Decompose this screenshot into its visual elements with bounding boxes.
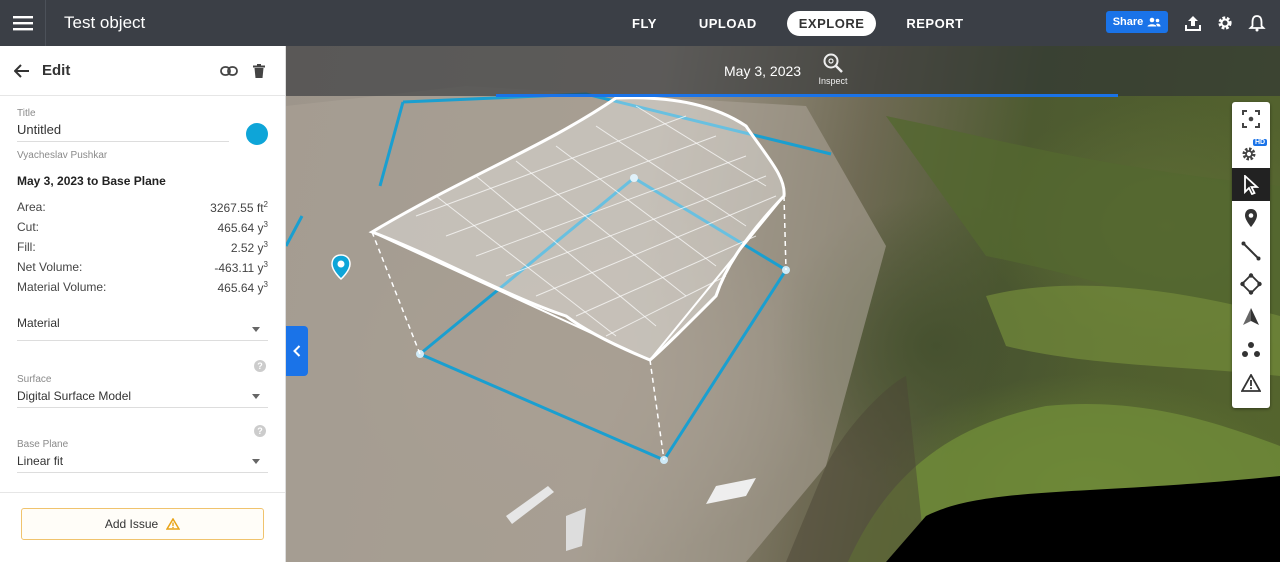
material-label: Material (17, 316, 60, 330)
chevron-down-icon (252, 394, 260, 399)
nav-upload[interactable]: UPLOAD (687, 11, 769, 36)
link-icon[interactable] (217, 59, 241, 83)
focus-frame-icon (1242, 109, 1260, 128)
base-plane-help-icon[interactable]: ? (254, 425, 266, 437)
points-tool[interactable] (1232, 333, 1270, 366)
add-issue-label: Add Issue (104, 517, 159, 531)
map-pin-icon[interactable] (330, 254, 352, 280)
surface-label: Surface (17, 374, 52, 385)
stat-row-net-volume: Net Volume: -463.11 y3 (17, 260, 268, 280)
cursor-arrow-icon (1244, 174, 1259, 195)
timeline-progress (496, 94, 1118, 97)
nav-explore[interactable]: EXPLORE (786, 10, 877, 36)
back-arrow-icon[interactable] (14, 63, 30, 78)
share-label: Share (1112, 16, 1144, 28)
location-pin-icon (1245, 208, 1257, 227)
base-plane-select[interactable]: Base Plane Linear fit (17, 439, 268, 473)
panel-header: Edit (0, 46, 285, 96)
title-field[interactable]: Title Untitled (17, 108, 229, 142)
issue-tool[interactable] (1232, 366, 1270, 399)
chevron-down-icon (252, 327, 260, 332)
survey-date[interactable]: May 3, 2023 (724, 63, 801, 79)
stat-label: Net Volume: (17, 260, 83, 274)
upload-icon[interactable] (1182, 12, 1204, 34)
3d-viewport[interactable]: May 3, 2023 Inspect (286, 46, 1280, 562)
warning-icon (166, 518, 181, 530)
stat-label: Area: (17, 200, 46, 214)
edit-panel: Edit Title Untitled Vyacheslav Pushkar M… (0, 46, 286, 562)
stat-row-cut: Cut: 465.64 y3 (17, 220, 268, 240)
base-plane-label: Base Plane (17, 439, 69, 450)
stat-value: 465.64 y3 (217, 220, 269, 235)
warning-triangle-icon (1241, 373, 1261, 392)
menu-button[interactable] (0, 0, 46, 46)
area-tool[interactable] (1232, 267, 1270, 300)
line-tool[interactable] (1232, 234, 1270, 267)
people-icon (1147, 17, 1161, 27)
inspect-button[interactable]: Inspect (816, 52, 850, 86)
inspect-label: Inspect (818, 76, 848, 86)
pin-tool[interactable] (1232, 201, 1270, 234)
stat-label: Material Volume: (17, 280, 107, 294)
select-tool[interactable] (1232, 168, 1270, 201)
stat-row-area: Area: 3267.55 ft2 (17, 200, 268, 220)
stat-value: 465.64 y3 (217, 280, 269, 295)
surface-help-icon[interactable]: ? (254, 360, 266, 372)
stat-row-material-volume: Material Volume: 465.64 y3 (17, 280, 268, 300)
share-button[interactable]: Share (1106, 11, 1168, 33)
stat-value: 2.52 y3 (230, 240, 268, 255)
hamburger-icon (12, 16, 33, 31)
hd-settings-tool[interactable]: HD (1232, 135, 1270, 168)
measurement-title: May 3, 2023 to Base Plane (17, 174, 166, 188)
stat-label: Fill: (17, 240, 36, 254)
notification-bell-icon[interactable] (1246, 12, 1268, 34)
collapse-panel-button[interactable] (286, 326, 308, 376)
surface-value: Digital Surface Model (17, 389, 132, 403)
color-picker-swatch[interactable] (246, 123, 268, 145)
nav-fly[interactable]: FLY (620, 11, 669, 36)
gear-icon[interactable] (1214, 12, 1236, 34)
volume-tool[interactable] (1232, 300, 1270, 333)
measure-toolbar: HD (1232, 102, 1270, 408)
main-nav: FLY UPLOAD EXPLORE REPORT (620, 0, 994, 46)
stat-label: Cut: (17, 220, 40, 234)
polygon-area-icon (1240, 272, 1262, 295)
stat-value: -463.11 y3 (214, 260, 268, 275)
panel-title: Edit (42, 62, 71, 79)
chevron-left-icon (293, 345, 301, 357)
top-bar: Test object FLY UPLOAD EXPLORE REPORT Sh… (0, 0, 1280, 46)
hd-badge: HD (1253, 139, 1268, 146)
stats-list: Area: 3267.55 ft2 Cut: 465.64 y3 Fill: 2… (17, 200, 268, 300)
nav-report[interactable]: REPORT (894, 11, 975, 36)
title-label: Title (17, 108, 36, 119)
base-plane-value: Linear fit (17, 454, 64, 468)
line-measure-icon (1241, 241, 1261, 260)
focus-tool[interactable] (1232, 102, 1270, 135)
surface-select[interactable]: Surface Digital Surface Model (17, 374, 268, 408)
project-title: Test object (64, 13, 146, 32)
terrain-scene (286, 86, 1280, 562)
title-input[interactable]: Untitled (17, 119, 229, 142)
stat-value: 3267.55 ft2 (210, 200, 268, 215)
author-name: Vyacheslav Pushkar (17, 150, 108, 161)
points-cluster-icon (1242, 341, 1260, 357)
stat-row-fill: Fill: 2.52 y3 (17, 240, 268, 260)
chevron-down-icon (252, 459, 260, 464)
magnifier-icon (823, 53, 843, 73)
divider (0, 492, 285, 493)
stockpile-volume-icon (1243, 307, 1259, 325)
add-issue-button[interactable]: Add Issue (21, 508, 264, 540)
trash-icon[interactable] (247, 59, 271, 83)
material-select[interactable]: Material (17, 316, 268, 341)
